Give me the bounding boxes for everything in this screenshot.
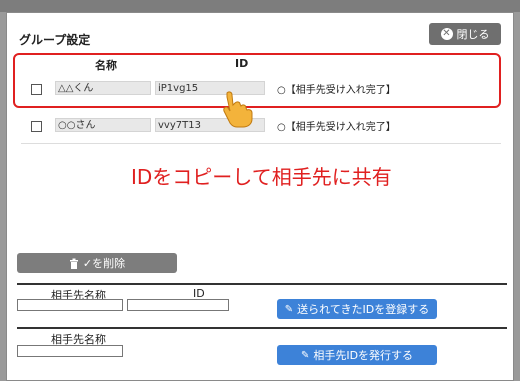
trash-icon [69, 258, 78, 269]
background-page [0, 0, 520, 12]
table-row: ○○さん vvy7T13 ○【相手先受け入れ完了】 [25, 116, 495, 136]
row-name-field[interactable]: △△くん [55, 81, 151, 95]
column-header-name: 名称 [95, 59, 117, 72]
register-button-label: 送られてきたIDを登録する [297, 303, 430, 316]
row-checkbox[interactable] [31, 121, 42, 132]
issue-button-label: 相手先IDを発行する [313, 349, 414, 362]
row-name-field[interactable]: ○○さん [55, 118, 151, 132]
close-icon: ✕ [440, 28, 453, 40]
register-partner-name-input[interactable] [17, 299, 123, 311]
pencil-icon: ✎ [300, 349, 310, 361]
pencil-icon: ✎ [284, 303, 294, 315]
row-checkbox[interactable] [31, 84, 42, 95]
dialog-title: グループ設定 [19, 33, 91, 47]
delete-button-label: ✓を削除 [82, 257, 126, 270]
row-divider [21, 143, 501, 144]
instruction-caption: IDをコピーして相手先に共有 [131, 165, 392, 189]
delete-checked-button[interactable]: ✓を削除 [17, 253, 177, 273]
section-divider [17, 327, 507, 329]
table-row: △△くん iP1vg15 ○【相手先受け入れ完了】 [25, 79, 495, 99]
issue-partner-name-input[interactable] [17, 345, 123, 357]
row-status: ○【相手先受け入れ完了】 [277, 122, 396, 133]
register-id-button[interactable]: ✎ 送られてきたIDを登録する [277, 299, 437, 319]
register-id-input[interactable] [127, 299, 229, 311]
section-divider [17, 283, 507, 285]
group-settings-dialog: グループ設定 ✕ 閉じる 名称 ID △△くん iP1vg15 ○【相手先受け入… [6, 12, 514, 381]
close-button[interactable]: ✕ 閉じる [429, 23, 501, 45]
issue-id-button[interactable]: ✎ 相手先IDを発行する [277, 345, 437, 365]
column-header-id: ID [235, 57, 249, 70]
hand-pointer-icon [223, 91, 253, 128]
row-status: ○【相手先受け入れ完了】 [277, 85, 396, 96]
close-button-label: 閉じる [456, 28, 490, 41]
